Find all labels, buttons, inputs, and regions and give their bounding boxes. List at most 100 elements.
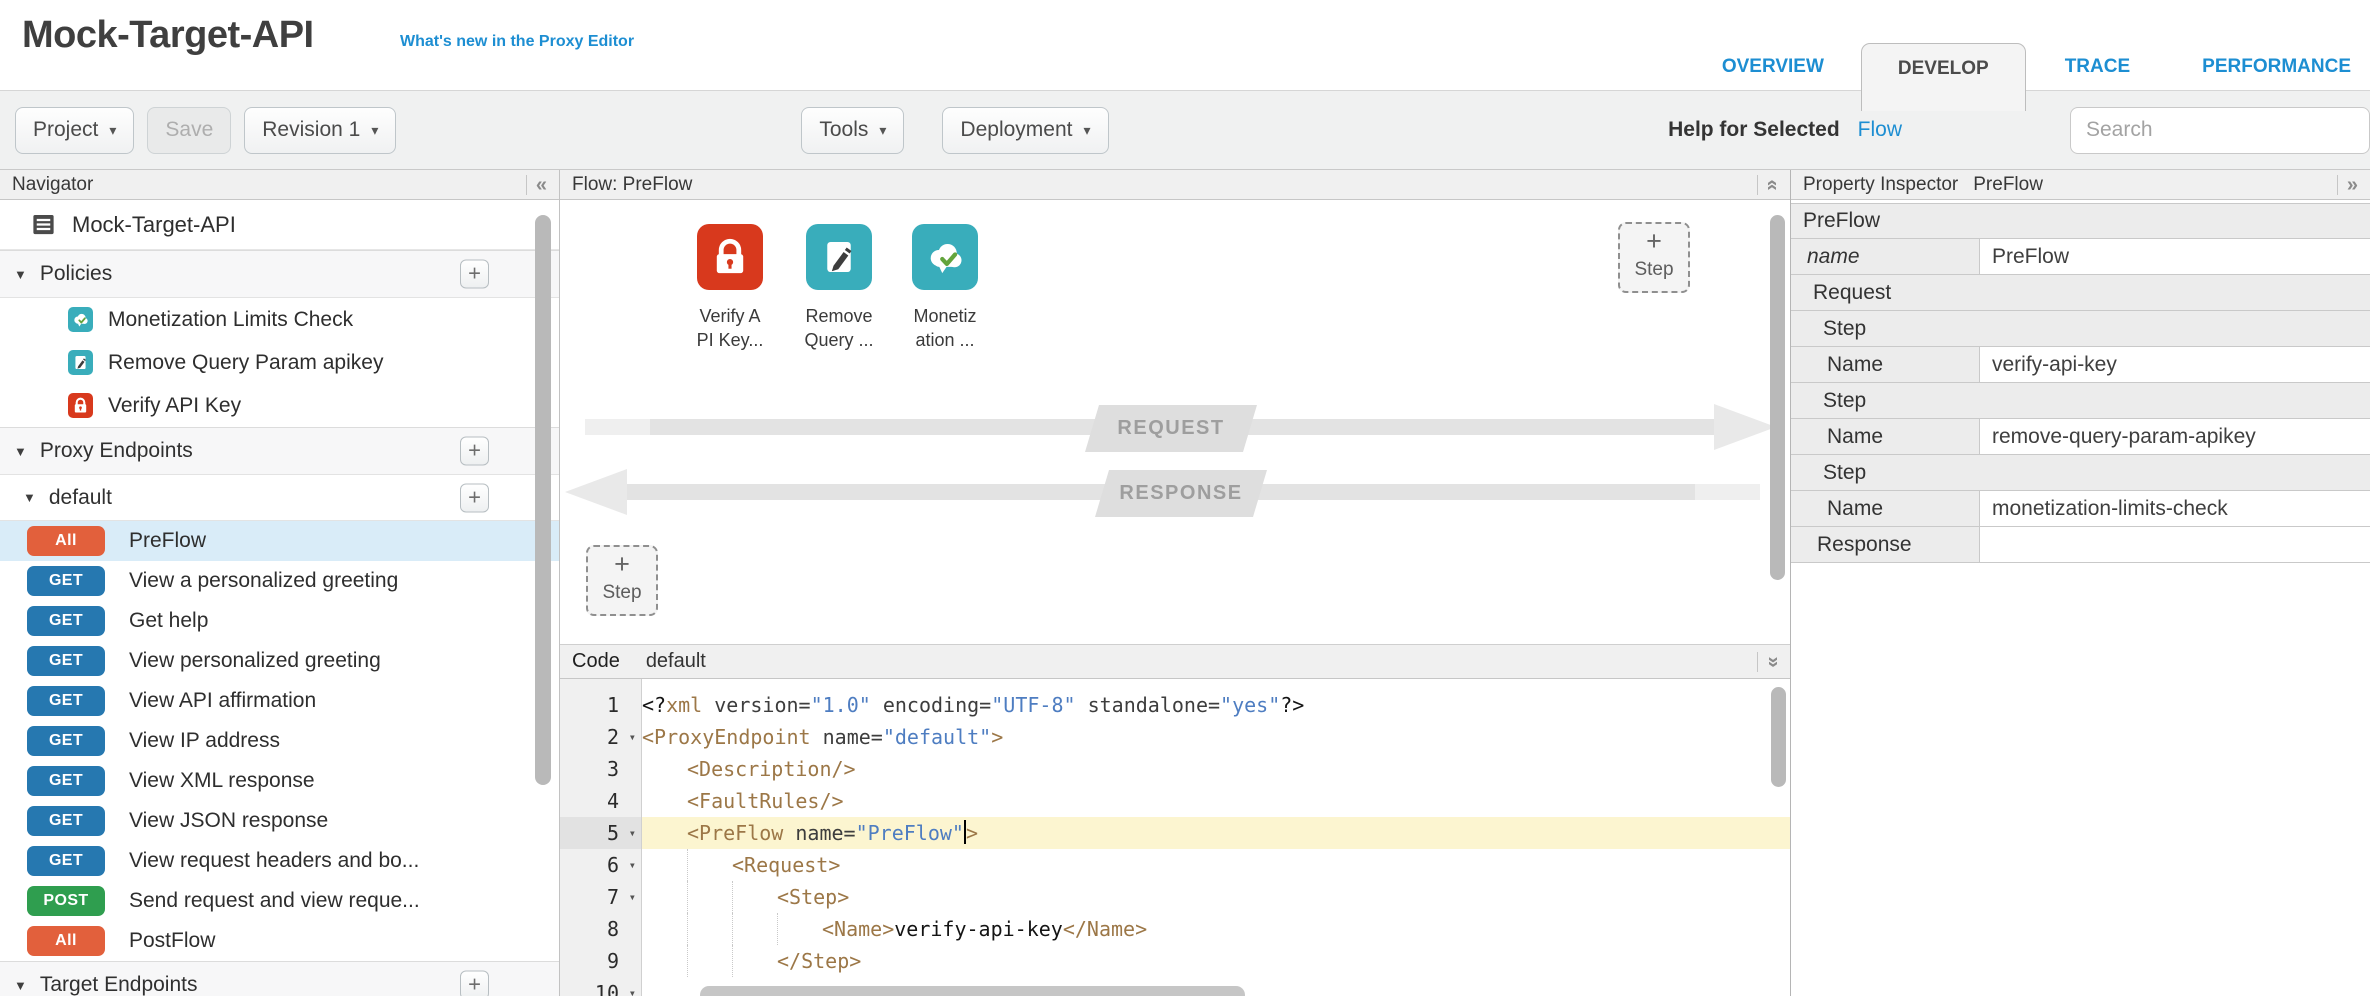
- tab-overview[interactable]: OVERVIEW: [1705, 43, 1841, 91]
- code-token: >: [966, 821, 978, 845]
- navigator-scrollbar[interactable]: [535, 215, 551, 785]
- code-token: encoding=: [871, 693, 991, 717]
- flow-header: Flow: PreFlow «: [560, 170, 1790, 200]
- method-badge: All: [27, 926, 105, 956]
- method-badge: GET: [27, 766, 105, 796]
- code-token: xml: [666, 693, 702, 717]
- divider: [1757, 175, 1758, 195]
- endpoint-item[interactable]: GET View XML response: [0, 761, 559, 801]
- endpoint-item[interactable]: POSTSend request and view reque...: [0, 881, 559, 921]
- property-field-value[interactable]: PreFlow: [1980, 239, 2370, 274]
- save-button[interactable]: Save: [147, 107, 231, 154]
- flow-policy-node[interactable]: Verify API Key...: [685, 224, 775, 352]
- divider: [2337, 175, 2338, 195]
- collapse-down-icon[interactable]: «: [1762, 656, 1782, 667]
- line-number: 2▾: [560, 721, 641, 753]
- fold-caret-icon[interactable]: ▾: [629, 721, 636, 753]
- endpoint-item-label: View personalized greeting: [129, 649, 381, 673]
- navigator-panel: Navigator « Mock-Target-API ▼ Policies +…: [0, 170, 560, 996]
- default-endpoint-group-header[interactable]: ▼ default +: [0, 475, 559, 521]
- line-number: 6▾: [560, 849, 641, 881]
- property-field-value[interactable]: [1980, 527, 2370, 562]
- collapse-up-icon[interactable]: «: [1762, 179, 1782, 190]
- policy-list: Monetization Limits CheckRemove Query Pa…: [0, 298, 559, 427]
- plus-icon: +: [588, 547, 656, 581]
- code-area[interactable]: <?xml version="1.0" encoding="UTF-8" sta…: [642, 679, 1790, 996]
- proxy-endpoints-section-header[interactable]: ▼ Proxy Endpoints +: [0, 427, 559, 475]
- endpoint-item[interactable]: AllPreFlow: [0, 521, 559, 561]
- indent-guide: [687, 881, 732, 913]
- add-target-endpoint-button[interactable]: +: [460, 971, 489, 996]
- tree-root-item[interactable]: Mock-Target-API: [0, 200, 559, 250]
- project-button[interactable]: Project▾: [15, 107, 134, 154]
- add-step-button[interactable]: + Step: [1618, 222, 1690, 293]
- add-flow-button[interactable]: +: [460, 483, 489, 512]
- indent-guide: [732, 945, 777, 977]
- fold-caret-icon[interactable]: ▾: [629, 977, 636, 996]
- code-token: "default": [883, 725, 991, 749]
- code-line: <Name>verify-api-key</Name>: [642, 913, 1790, 945]
- property-field-row: namePreFlow: [1791, 239, 2370, 275]
- add-step-button[interactable]: + Step: [586, 545, 658, 616]
- tab-develop[interactable]: DEVELOP: [1861, 43, 2026, 111]
- code-line: <Request>: [642, 849, 1790, 881]
- policy-item[interactable]: Monetization Limits Check: [0, 298, 559, 341]
- code-token: name=: [811, 725, 883, 749]
- flow-policy-node[interactable]: Monetization ...: [900, 224, 990, 352]
- code-header: Code default «: [560, 645, 1790, 679]
- fold-caret-icon[interactable]: ▾: [629, 881, 636, 913]
- policies-section-header[interactable]: ▼ Policies +: [0, 250, 559, 298]
- property-field-value[interactable]: remove-query-param-apikey: [1980, 419, 2370, 454]
- endpoint-item[interactable]: GETView JSON response: [0, 801, 559, 841]
- line-number: 8: [560, 913, 641, 945]
- endpoint-item[interactable]: GETView request headers and bo...: [0, 841, 559, 881]
- collapse-panel-icon[interactable]: «: [536, 175, 547, 195]
- endpoint-item[interactable]: GETView IP address: [0, 721, 559, 761]
- flow-policy-node-label: Verify API Key...: [685, 304, 775, 352]
- endpoint-item[interactable]: GETView personalized greeting: [0, 641, 559, 681]
- help-flow-link[interactable]: Flow: [1858, 118, 1902, 142]
- page-header: Mock-Target-API What's new in the Proxy …: [0, 0, 2370, 91]
- endpoint-item[interactable]: GETView a personalized greeting: [0, 561, 559, 601]
- tab-trace[interactable]: TRACE: [2048, 43, 2147, 91]
- property-section-label: Step: [1791, 317, 1866, 341]
- add-policy-button[interactable]: +: [460, 260, 489, 289]
- fold-caret-icon[interactable]: ▾: [629, 817, 636, 849]
- property-field-row: Nameremove-query-param-apikey: [1791, 419, 2370, 455]
- indent-guide: [642, 881, 687, 913]
- search-input[interactable]: [2070, 107, 2370, 154]
- policy-item[interactable]: Remove Query Param apikey: [0, 341, 559, 384]
- line-number: 5▾: [560, 817, 641, 849]
- endpoint-item[interactable]: GETGet help: [0, 601, 559, 641]
- property-section-label: PreFlow: [1791, 209, 1880, 233]
- flow-scrollbar[interactable]: [1770, 215, 1785, 580]
- indent-guide: [732, 881, 777, 913]
- flow-canvas[interactable]: Verify API Key... RemoveQuery ...Monetiza…: [560, 200, 1790, 644]
- line-number: 10▾: [560, 977, 641, 996]
- tab-performance[interactable]: PERFORMANCE: [2185, 43, 2368, 91]
- cloud-check-icon: [912, 224, 978, 290]
- xml-code-editor[interactable]: 12▾345▾6▾7▾8910▾ <?xml version="1.0" enc…: [560, 679, 1790, 996]
- property-field-value[interactable]: monetization-limits-check: [1980, 491, 2370, 526]
- fold-caret-icon[interactable]: ▾: [629, 849, 636, 881]
- revision-button[interactable]: Revision 1▾: [244, 107, 396, 154]
- whats-new-link[interactable]: What's new in the Proxy Editor: [400, 33, 634, 51]
- policy-item[interactable]: Verify API Key: [0, 384, 559, 427]
- code-horizontal-scrollbar[interactable]: [700, 986, 1245, 996]
- endpoint-item-label: View XML response: [129, 769, 315, 793]
- target-endpoints-section-header[interactable]: ▼ Target Endpoints +: [0, 961, 559, 996]
- endpoint-item-label: View JSON response: [129, 809, 328, 833]
- property-section-row: Step: [1791, 311, 2370, 347]
- endpoint-item[interactable]: GETView API affirmation: [0, 681, 559, 721]
- indent-guide: [642, 913, 687, 945]
- property-field-label: Name: [1791, 491, 1980, 526]
- tools-button[interactable]: Tools▾: [801, 107, 904, 154]
- tree-root-label: Mock-Target-API: [72, 212, 236, 238]
- code-scrollbar[interactable]: [1771, 687, 1786, 787]
- add-proxy-endpoint-button[interactable]: +: [460, 437, 489, 466]
- expand-panel-icon[interactable]: »: [2347, 175, 2358, 195]
- property-field-value[interactable]: verify-api-key: [1980, 347, 2370, 382]
- flow-policy-node[interactable]: RemoveQuery ...: [794, 224, 884, 352]
- endpoint-item[interactable]: AllPostFlow: [0, 921, 559, 961]
- deployment-button[interactable]: Deployment▾: [942, 107, 1108, 154]
